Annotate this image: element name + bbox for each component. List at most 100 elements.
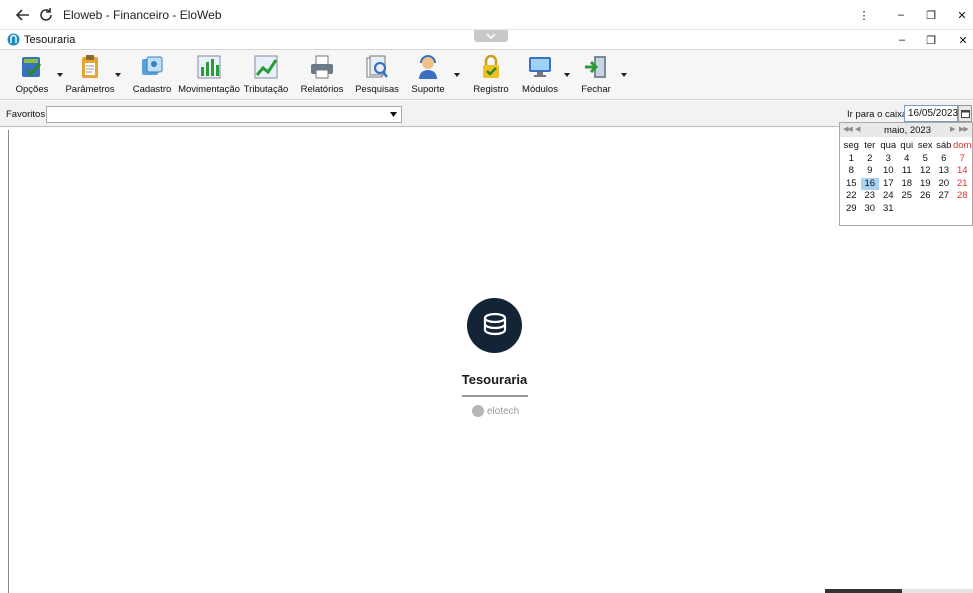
favorites-select[interactable] — [46, 106, 402, 123]
app-restore-button[interactable]: ❐ — [921, 31, 941, 49]
calendar-day[interactable]: 31 — [879, 203, 898, 216]
collapse-toggle[interactable] — [474, 30, 508, 42]
toolbar-register-button[interactable]: Cadastro — [132, 53, 172, 97]
calendar-day[interactable]: 22 — [842, 190, 861, 203]
favorites-label: Favoritos — [6, 109, 46, 120]
calendar-week-row: 29 30 31 — [842, 203, 972, 216]
toolbar-support-button[interactable]: Suporte — [411, 53, 445, 97]
calendar-grid: seg ter qua qui sex sáb dom 1 2 3 4 5 6 7 8 9 10 1… — [842, 140, 972, 215]
weekday-label: seg — [843, 140, 859, 151]
toolbar-movement-button[interactable]: Movimentação — [178, 53, 240, 97]
calendar-day[interactable]: 3 — [879, 153, 898, 166]
line-chart-icon — [254, 55, 278, 79]
prev-month-icon[interactable]: ◀ — [855, 125, 860, 133]
toolbar-taxation-button[interactable]: Tributação — [244, 53, 288, 97]
main-content — [8, 130, 973, 593]
main-toolbar: Opções Parâmetros Cadastro Movimentação — [0, 50, 973, 100]
calendar-day[interactable]: 14 — [953, 165, 972, 178]
calendar-day[interactable]: 12 — [916, 165, 935, 178]
calendar-day[interactable]: 23 — [861, 190, 880, 203]
calendar-empty-cell — [935, 203, 954, 216]
toolbar-movement-label: Movimentação — [178, 84, 240, 95]
toolbar-reports-button[interactable]: Relatórios — [301, 53, 343, 97]
tesouraria-logo — [467, 298, 522, 353]
browser-title: Eloweb - Financeiro - EloWeb — [63, 8, 222, 22]
calendar-weekdays: seg ter qua qui sex sáb dom — [842, 140, 972, 153]
app-logo-icon — [7, 33, 20, 46]
calendar-day[interactable]: 18 — [898, 178, 917, 191]
prev-year-icon[interactable]: ◀◀ — [843, 125, 853, 133]
calendar-day[interactable]: 30 — [861, 203, 880, 216]
toolbar-options-button[interactable]: Opções — [16, 53, 48, 97]
calendar-day[interactable]: 7 — [953, 153, 972, 166]
calendar-button[interactable] — [958, 105, 972, 122]
calendar-day[interactable]: 20 — [935, 178, 954, 191]
toolbar-taxation-label: Tributação — [243, 84, 289, 95]
search-docs-icon — [366, 55, 388, 78]
app-title-bar: Tesouraria – ❐ ✕ — [0, 30, 973, 50]
weekday-label: sáb — [936, 140, 952, 151]
calendar-day[interactable]: 4 — [898, 153, 917, 166]
register-icon — [142, 56, 163, 75]
toolbar-registry-button[interactable]: Registro — [473, 53, 509, 97]
calendar-day[interactable]: 29 — [842, 203, 861, 216]
support-icon — [419, 55, 437, 79]
next-month-icon[interactable]: ▶ — [950, 125, 955, 133]
browser-menu-icon[interactable]: ⋮ — [853, 4, 875, 26]
options-dropdown-icon[interactable] — [57, 72, 63, 78]
title-divider — [462, 395, 528, 397]
calendar-day[interactable]: 25 — [898, 190, 917, 203]
calendar-day[interactable]: 19 — [916, 178, 935, 191]
calendar-day[interactable]: 15 — [842, 178, 861, 191]
calendar-day[interactable]: 2 — [861, 153, 880, 166]
calendar-day[interactable]: 24 — [879, 190, 898, 203]
clipboard-icon — [82, 55, 98, 78]
calendar-day[interactable]: 5 — [916, 153, 935, 166]
toolbar-search-label: Pesquisas — [355, 84, 399, 95]
caixa-label: Ir para o caixa — [847, 109, 908, 120]
toolbar-parameters-button[interactable]: Parâmetros — [65, 53, 115, 97]
calendar-day[interactable]: 6 — [935, 153, 954, 166]
weekday-label: dom — [953, 140, 972, 151]
toolbar-reports-label: Relatórios — [300, 84, 344, 95]
calendar-day[interactable]: 8 — [842, 165, 861, 178]
modules-dropdown-icon[interactable] — [564, 72, 570, 78]
calendar-day[interactable]: 16 — [860, 177, 879, 190]
browser-bar: Eloweb - Financeiro - EloWeb ⋮ – ❐ ✕ — [0, 0, 973, 30]
weekday-label: qua — [880, 140, 897, 151]
toolbar-close-button[interactable]: Fechar — [580, 53, 612, 97]
calendar-day[interactable]: 26 — [916, 190, 935, 203]
browser-minimize-button[interactable]: – — [890, 4, 912, 26]
calendar-icon — [960, 110, 970, 118]
calendar-empty-cell — [898, 203, 917, 216]
next-year-icon[interactable]: ▶▶ — [959, 125, 969, 133]
browser-restore-button[interactable]: ❐ — [920, 4, 942, 26]
calendar-day[interactable]: 28 — [953, 190, 972, 203]
calendar-day[interactable]: 1 — [842, 153, 861, 166]
app-close-button[interactable]: ✕ — [953, 31, 973, 49]
close-dropdown-icon[interactable] — [621, 72, 627, 78]
monitor-icon — [529, 57, 551, 77]
reload-icon[interactable] — [37, 6, 55, 24]
calendar-header: ◀◀ ◀ maio, 2023 ▶ ▶▶ — [840, 123, 972, 137]
calendar-day[interactable]: 21 — [953, 178, 972, 191]
toolbar-modules-button[interactable]: Módulos — [522, 53, 558, 97]
calendar-day[interactable]: 11 — [898, 165, 917, 178]
module-title: Tesouraria — [461, 372, 528, 387]
taskbar-strip-light — [902, 589, 973, 593]
calendar-day[interactable]: 9 — [861, 165, 880, 178]
app-minimize-button[interactable]: – — [892, 31, 912, 49]
caixa-date-input[interactable]: 16/05/2023 — [904, 105, 958, 122]
browser-close-button[interactable]: ✕ — [951, 4, 973, 26]
toolbar-search-button[interactable]: Pesquisas — [355, 53, 399, 97]
back-arrow-icon[interactable] — [14, 6, 32, 24]
calendar-week-row: 1234567 — [842, 153, 972, 166]
parameters-dropdown-icon[interactable] — [115, 72, 121, 78]
calendar-day[interactable]: 13 — [935, 165, 954, 178]
elotech-logo-icon — [472, 405, 484, 417]
calendar-day[interactable]: 10 — [879, 165, 898, 178]
calendar-day[interactable]: 17 — [879, 178, 898, 191]
calendar-day[interactable]: 27 — [935, 190, 954, 203]
support-dropdown-icon[interactable] — [454, 72, 460, 78]
toolbar-register-label: Cadastro — [132, 84, 172, 95]
